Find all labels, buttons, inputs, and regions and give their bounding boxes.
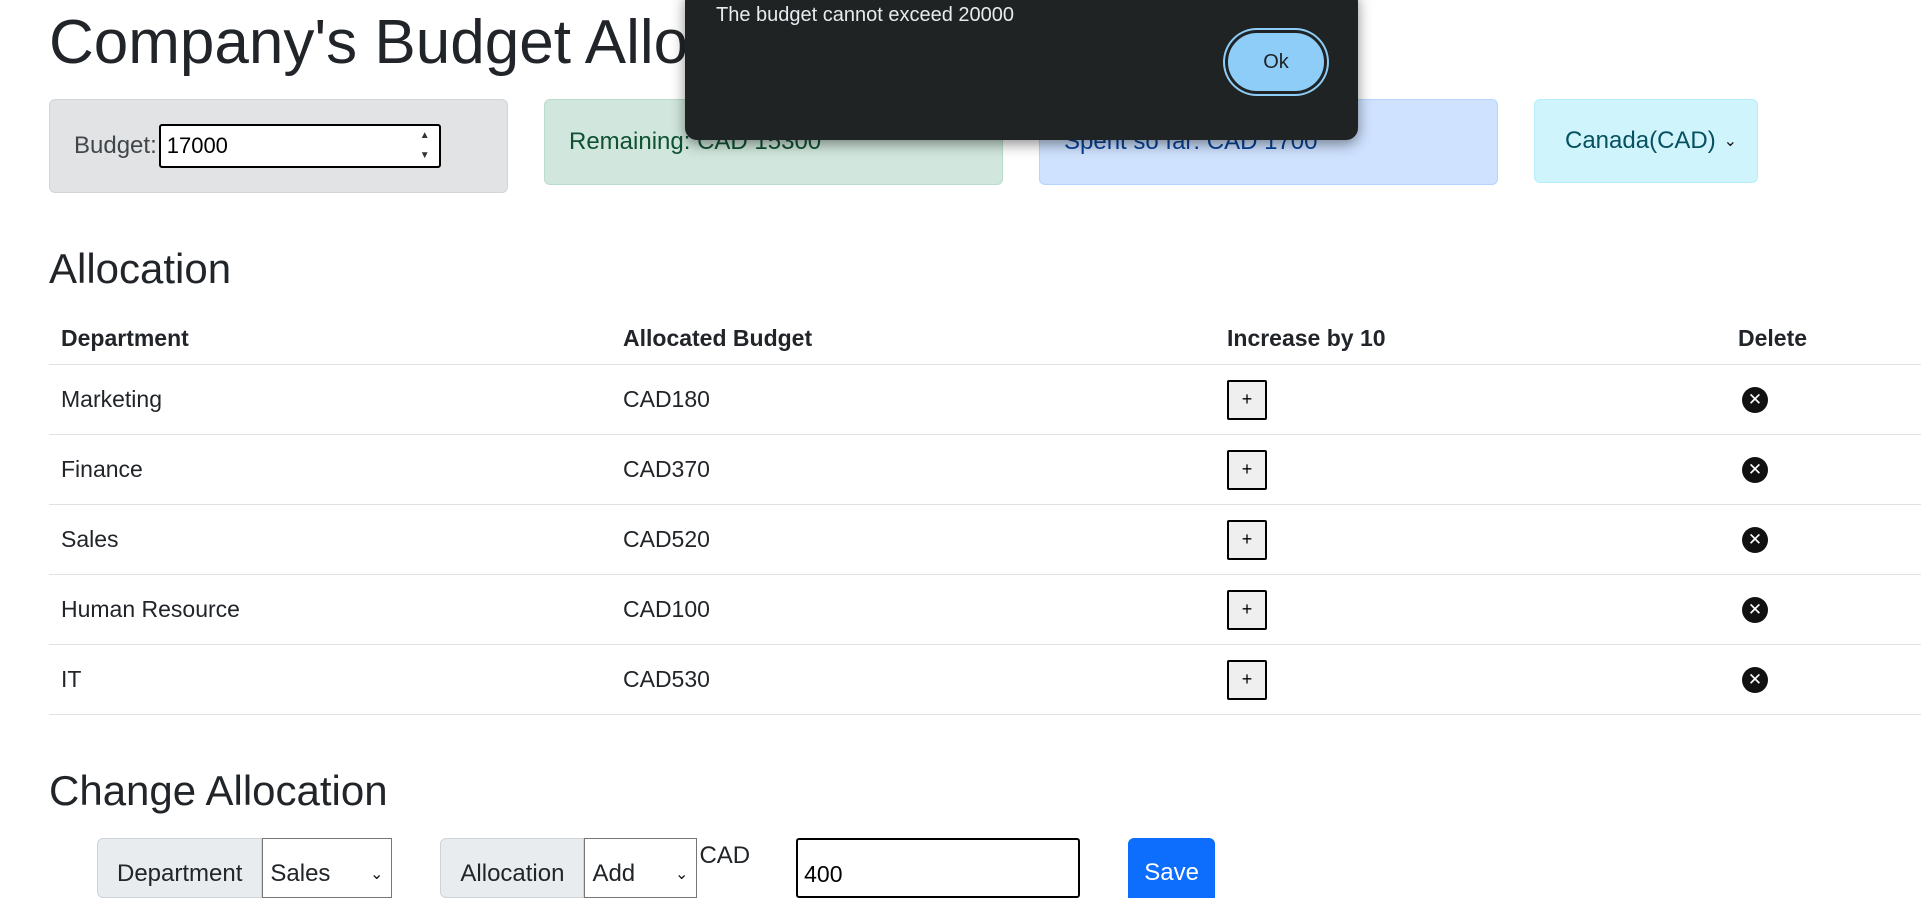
allocation-title: Allocation [49,245,232,292]
department-selected: Sales [270,860,331,887]
increase-button[interactable]: + [1227,449,1267,490]
spin-up-icon[interactable]: ▲ [420,130,430,142]
amount-input[interactable] [796,838,1081,898]
chevron-down-icon: ⌄ [675,866,689,883]
budget-label: Budget: [74,132,157,159]
budget-input[interactable] [158,124,441,168]
ok-button[interactable]: Ok [1228,33,1324,91]
row-department: Human Resource [49,574,611,645]
alert-message: The budget cannot exceed 20000 [716,4,1015,26]
header-department: Department [49,312,611,365]
budget-card: Budget: ▲ ▼ [49,99,508,193]
row-department: IT [49,644,611,715]
table-row: Sales CAD520 + ✕ [49,504,1921,575]
row-increase-cell: + [1215,644,1726,715]
header-allocated-budget: Allocated Budget [611,312,1215,365]
row-delete-cell: ✕ [1726,434,1921,505]
row-budget: CAD180 [611,364,1215,435]
department-select[interactable]: Sales ⌄ [262,838,393,898]
row-increase-cell: + [1215,364,1726,435]
row-budget: CAD370 [611,434,1215,505]
table-row: Finance CAD370 + ✕ [49,434,1921,505]
row-department: Marketing [49,364,611,435]
header-delete: Delete [1726,312,1921,365]
delete-icon[interactable]: ✕ [1742,456,1768,483]
row-department: Finance [49,434,611,505]
row-increase-cell: + [1215,574,1726,645]
budget-spinner[interactable]: ▲ ▼ [417,130,433,162]
header-increase: Increase by 10 [1215,312,1726,365]
currency-select[interactable]: Canada(CAD) ⌄ [1534,99,1758,183]
row-budget: CAD520 [611,504,1215,575]
allocation-label: Allocation [440,838,585,898]
increase-button[interactable]: + [1227,519,1267,560]
row-delete-cell: ✕ [1726,504,1921,575]
table-row: Marketing CAD180 + ✕ [49,364,1921,435]
increase-button[interactable]: + [1227,379,1267,420]
budget-input-wrap: ▲ ▼ [158,124,441,168]
row-delete-cell: ✕ [1726,644,1921,715]
chevron-down-icon: ⌄ [369,866,384,883]
row-budget: CAD530 [611,644,1215,715]
change-allocation-form: Department Sales ⌄ Allocation Add ⌄ CAD … [97,838,1216,898]
spin-down-icon[interactable]: ▼ [420,150,430,162]
allocation-table: Department Allocated Budget Increase by … [49,312,1921,715]
table-row: Human Resource CAD100 + ✕ [49,574,1921,645]
increase-button[interactable]: + [1227,589,1267,630]
chevron-down-icon: ⌄ [1723,133,1737,150]
delete-icon[interactable]: ✕ [1742,386,1768,413]
row-budget: CAD100 [611,574,1215,645]
department-label: Department [97,838,263,898]
row-department: Sales [49,504,611,575]
row-delete-cell: ✕ [1726,364,1921,435]
change-allocation-title: Change Allocation [49,767,388,814]
table-row: IT CAD530 + ✕ [49,644,1921,715]
alert-dialog: The budget cannot exceed 20000 Ok [685,0,1358,140]
delete-icon[interactable]: ✕ [1742,596,1768,623]
currency-selected: Canada(CAD) [1565,127,1716,154]
increase-button[interactable]: + [1227,659,1267,700]
delete-icon[interactable]: ✕ [1742,666,1768,693]
currency-label: CAD [699,842,751,869]
row-delete-cell: ✕ [1726,574,1921,645]
delete-icon[interactable]: ✕ [1742,526,1768,553]
save-button[interactable]: Save [1128,838,1216,898]
table-header-row: Department Allocated Budget Increase by … [49,312,1921,365]
allocation-type-selected: Add [592,860,636,887]
row-increase-cell: + [1215,504,1726,575]
row-increase-cell: + [1215,434,1726,505]
allocation-type-select[interactable]: Add ⌄ [584,838,698,898]
